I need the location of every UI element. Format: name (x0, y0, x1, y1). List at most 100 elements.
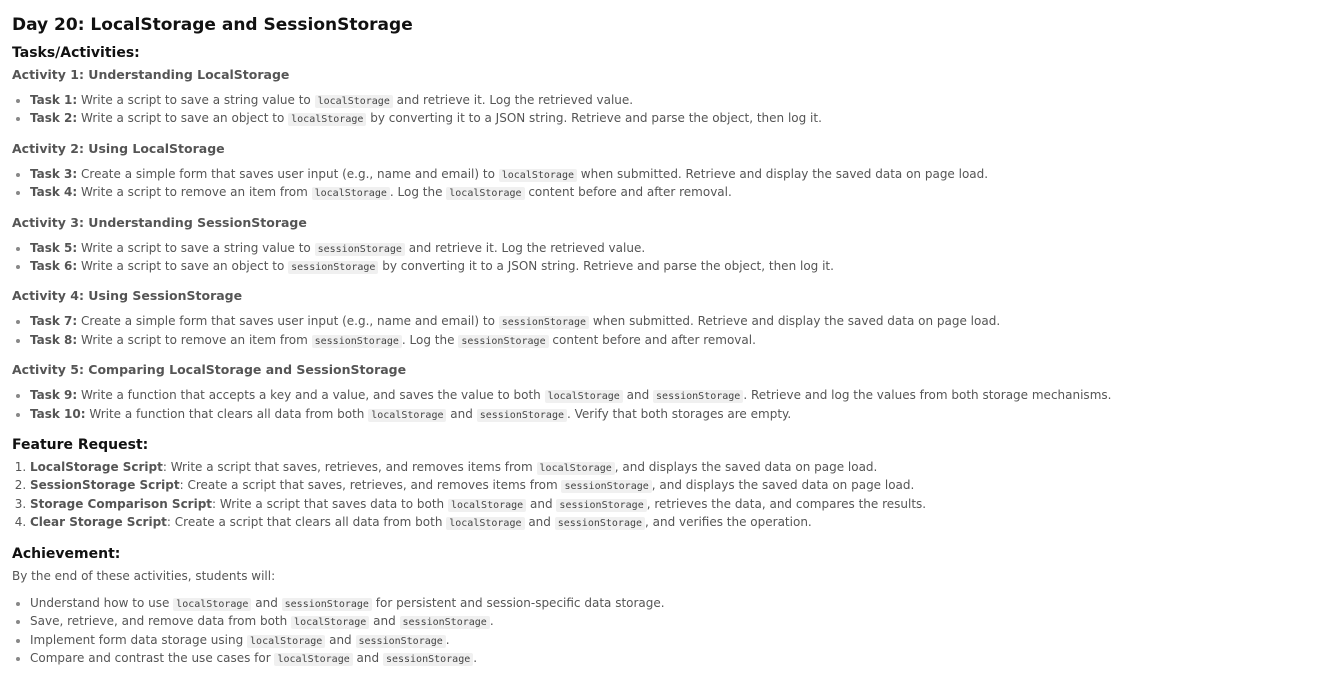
achievement-item: Compare and contrast the use cases for l… (30, 650, 1309, 668)
tasks-heading: Tasks/Activities: (12, 45, 140, 61)
item-text: . Log the (389, 185, 447, 200)
task-label: Task 6: (30, 259, 78, 274)
achievement-item: Implement form data storage using localS… (30, 632, 1309, 650)
item-text: Write a function that accepts a key and … (81, 388, 545, 403)
task-item: Task 8: Write a script to remove an item… (30, 332, 1309, 350)
feature-request-heading: Feature Request: (12, 437, 149, 454)
inline-code: localStorage (536, 462, 615, 476)
task-label: Task 7: (30, 314, 78, 329)
item-text: : Create a script that clears all data f… (166, 515, 447, 530)
feature-label: SessionStorage Script (30, 478, 180, 493)
inline-code: sessionStorage (288, 261, 379, 275)
inline-code: localStorage (247, 634, 326, 648)
feature-label: Storage Comparison Script (30, 496, 213, 511)
activities-section: Activity 1: Understanding LocalStorage Ta… (12, 67, 1309, 424)
item-text: , retrieves the data, and compares the r… (646, 496, 927, 511)
inline-code: localStorage (446, 187, 525, 201)
inline-code: sessionStorage (476, 408, 567, 422)
inline-code: localStorage (544, 390, 623, 404)
item-text: . (445, 632, 450, 647)
item-text: , and displays the saved data on page lo… (651, 478, 915, 493)
item-text: Write a script to save an object to (81, 111, 289, 126)
task-item: Task 4: Write a script to remove an item… (30, 184, 1309, 202)
achievement-item: Understand how to use localStorage and s… (30, 595, 1309, 613)
inline-code: sessionStorage (554, 517, 646, 531)
inline-code: localStorage (311, 187, 390, 201)
item-text: and (369, 614, 400, 629)
task-label: Task 9: (30, 388, 78, 403)
item-text: and (446, 406, 477, 421)
item-text: , and verifies the operation. (645, 515, 812, 530)
item-text: Write a script to remove an item from (81, 332, 312, 347)
item-text: by converting it to a JSON string. Retri… (366, 111, 822, 126)
item-text: for persistent and session-specific data… (371, 595, 665, 610)
item-text: when submitted. Retrieve and display the… (576, 166, 989, 181)
feature-item: LocalStorage Script: Write a script that… (30, 459, 1309, 477)
task-item: Task 10: Write a function that clears al… (30, 406, 1309, 424)
inline-code: localStorage (368, 408, 447, 422)
inline-code: localStorage (314, 95, 393, 108)
item-text: : Write a script that saves data to both (212, 496, 448, 511)
inline-code: sessionStorage (498, 316, 590, 330)
inline-code: sessionStorage (355, 634, 446, 648)
item-text: Implement form data storage using (30, 632, 248, 647)
feature-request-list: LocalStorage Script: Write a script that… (12, 459, 1309, 533)
item-text: Write a script to save a string value to (81, 240, 315, 255)
inline-code: sessionStorage (653, 390, 744, 404)
activity-task-list: Task 3: Create a simple form that saves … (12, 166, 1309, 203)
task-item: Task 1: Write a script to save a string … (30, 92, 1309, 110)
inline-code: localStorage (274, 652, 353, 666)
item-text: Create a simple form that saves user inp… (81, 314, 499, 329)
task-item: Task 3: Create a simple form that saves … (30, 166, 1309, 184)
item-text: Understand how to use (30, 595, 174, 610)
achievement-list: Understand how to use localStorage and s… (12, 595, 1309, 669)
task-item: Task 6: Write a script to save an object… (30, 258, 1309, 276)
inline-code: localStorage (288, 113, 367, 127)
inline-code: sessionStorage (281, 597, 372, 611)
item-text: , and displays the saved data on page lo… (614, 460, 878, 475)
task-item: Task 7: Create a simple form that saves … (30, 313, 1309, 331)
task-item: Task 5: Write a script to save a string … (30, 240, 1309, 258)
item-text: Write a script to save an object to (81, 259, 289, 274)
inline-code: sessionStorage (458, 334, 549, 348)
item-text: by converting it to a JSON string. Retri… (378, 259, 834, 274)
item-text: : Create a script that saves, retrieves,… (179, 478, 562, 493)
item-text: . Log the (401, 332, 459, 347)
inline-code: sessionStorage (314, 242, 405, 256)
activity-heading: Activity 1: Understanding LocalStorage (12, 67, 290, 82)
item-text: content before and after removal. (548, 332, 756, 347)
activity-heading: Activity 4: Using SessionStorage (12, 288, 243, 304)
activity-heading: Activity 5: Comparing LocalStorage and S… (12, 362, 407, 378)
item-text: content before and after removal. (524, 185, 732, 200)
item-text: : Write a script that saves, retrieves, … (162, 460, 537, 475)
inline-code: localStorage (446, 517, 525, 531)
item-text: and retrieve it. Log the retrieved value… (392, 93, 634, 107)
item-text: . (489, 614, 494, 629)
achievement-item: Save, retrieve, and remove data from bot… (30, 613, 1309, 631)
item-text: and (251, 595, 282, 610)
task-label: Task 3: (30, 166, 78, 181)
activity-task-list: Task 5: Write a script to save a string … (12, 240, 1309, 277)
inline-code: localStorage (291, 616, 370, 630)
item-text: and (524, 515, 555, 530)
task-label: Task 1: (30, 93, 78, 107)
task-label: Task 8: (30, 332, 78, 347)
activity-task-list: Task 1: Write a script to save a string … (12, 92, 1309, 129)
achievement-heading: Achievement: (12, 545, 121, 562)
item-text: and (325, 632, 356, 647)
inline-code: sessionStorage (399, 616, 490, 630)
item-text: Compare and contrast the use cases for (30, 650, 275, 665)
item-text: Create a simple form that saves user inp… (81, 166, 499, 181)
item-text: Write a script to save a string value to (81, 93, 315, 107)
item-text: and (352, 650, 383, 665)
document: Day 20: LocalStorage and SessionStorage … (0, 0, 1321, 668)
inline-code: sessionStorage (311, 334, 402, 348)
activity-task-list: Task 9: Write a function that accepts a … (12, 387, 1309, 424)
item-text: and (526, 496, 557, 511)
activity-heading: Activity 2: Using LocalStorage (12, 140, 225, 156)
item-text: Write a function that clears all data fr… (89, 406, 369, 421)
feature-label: Clear Storage Script (30, 515, 167, 530)
activity-heading: Activity 3: Understanding SessionStorage (12, 214, 307, 230)
item-text: . (473, 650, 478, 665)
feature-item: Clear Storage Script: Create a script th… (30, 514, 1309, 532)
